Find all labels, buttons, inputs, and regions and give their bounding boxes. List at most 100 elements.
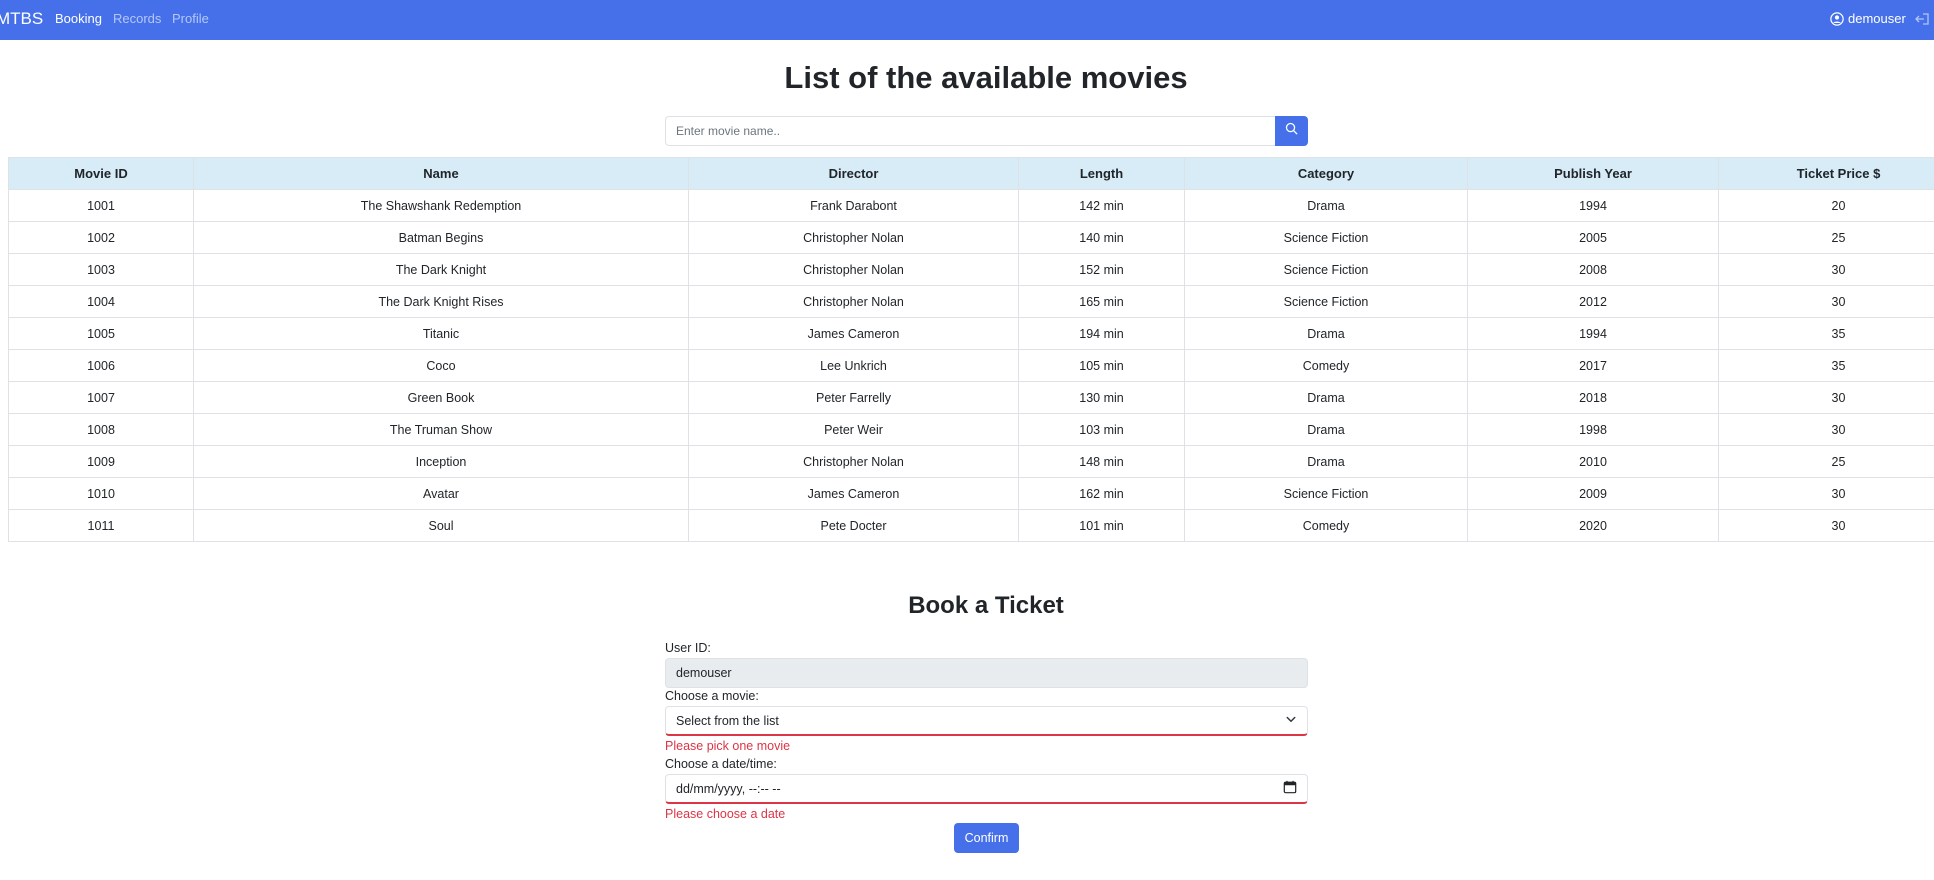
table-cell: 130 min	[1018, 381, 1185, 414]
nav-profile-link[interactable]: Profile	[172, 11, 209, 26]
user-menu[interactable]: demouser	[1830, 11, 1906, 26]
table-cell: 1005	[8, 317, 194, 350]
table-cell: 105 min	[1018, 349, 1185, 382]
date-time-label: Choose a date/time:	[665, 757, 777, 771]
table-cell: 30	[1718, 477, 1934, 510]
table-cell: 30	[1718, 285, 1934, 318]
table-cell: 25	[1718, 445, 1934, 478]
date-time-input[interactable]: dd/mm/yyyy, --:-- --	[665, 774, 1308, 804]
movie-search-input[interactable]	[665, 116, 1276, 146]
brand-logo[interactable]: MTBS	[0, 9, 43, 29]
table-cell: 2012	[1467, 285, 1719, 318]
table-cell: 35	[1718, 349, 1934, 382]
user-circle-icon	[1830, 11, 1844, 26]
table-row: 1006 Coco Lee Unkrich 105 min Comedy 2017 35	[8, 349, 1934, 382]
movie-select-label: Choose a movie:	[665, 689, 759, 703]
nav-records-link[interactable]: Records	[113, 11, 161, 26]
table-cell: 140 min	[1018, 221, 1185, 254]
table-cell: James Cameron	[688, 477, 1019, 510]
table-cell: 142 min	[1018, 189, 1185, 222]
table-cell: 103 min	[1018, 413, 1185, 446]
table-cell: 2020	[1467, 509, 1719, 542]
table-cell: 1008	[8, 413, 194, 446]
table-cell: Christopher Nolan	[688, 445, 1019, 478]
table-cell: 30	[1718, 509, 1934, 542]
table-cell: Drama	[1184, 413, 1468, 446]
table-cell: 2005	[1467, 221, 1719, 254]
date-error-message: Please choose a date	[665, 807, 786, 821]
table-cell: Peter Weir	[688, 413, 1019, 446]
table-cell: The Shawshank Redemption	[193, 189, 689, 222]
table-cell: Soul	[193, 509, 689, 542]
table-cell: Christopher Nolan	[688, 253, 1019, 286]
table-cell: Frank Darabont	[688, 189, 1019, 222]
table-row: 1008 The Truman Show Peter Weir 103 min Dram…	[8, 413, 1934, 446]
table-cell: Drama	[1184, 445, 1468, 478]
table-cell: Pete Docter	[688, 509, 1019, 542]
table-cell: Science Fiction	[1184, 221, 1468, 254]
table-cell: 2017	[1467, 349, 1719, 382]
table-cell: James Cameron	[688, 317, 1019, 350]
table-row: 1005 Titanic James Cameron 194 min Drama 1994…	[8, 317, 1934, 350]
table-cell: Avatar	[193, 477, 689, 510]
table-cell: Batman Begins	[193, 221, 689, 254]
table-row: 1009 Inception Christopher Nolan 148 min Dra…	[8, 445, 1934, 478]
table-cell: 30	[1718, 381, 1934, 414]
table-cell: 25	[1718, 221, 1934, 254]
top-navbar: MTBS Booking Records Profile demouser	[0, 0, 1934, 40]
table-cell: 1007	[8, 381, 194, 414]
table-cell: 1004	[8, 285, 194, 318]
table-cell: Coco	[193, 349, 689, 382]
table-cell: 165 min	[1018, 285, 1185, 318]
search-button[interactable]	[1275, 116, 1308, 146]
column-header: Ticket Price $	[1718, 157, 1934, 190]
column-header: Director	[688, 157, 1019, 190]
logout-icon[interactable]	[1914, 12, 1930, 31]
confirm-button[interactable]: Confirm	[954, 823, 1019, 853]
table-row: 1011 Soul Pete Docter 101 min Comedy 2020 30	[8, 509, 1934, 542]
table-cell: Lee Unkrich	[688, 349, 1019, 382]
table-cell: 35	[1718, 317, 1934, 350]
table-cell: 1006	[8, 349, 194, 382]
chevron-down-icon	[1285, 713, 1297, 728]
movies-page-title: List of the available movies	[784, 60, 1188, 95]
column-header: Name	[193, 157, 689, 190]
table-row: 1007 Green Book Peter Farrelly 130 min Drama…	[8, 381, 1934, 414]
table-cell: Drama	[1184, 381, 1468, 414]
movie-select-value: Select from the list	[676, 713, 779, 728]
table-cell: 30	[1718, 413, 1934, 446]
table-cell: Titanic	[193, 317, 689, 350]
table-cell: Science Fiction	[1184, 253, 1468, 286]
movies-table: Movie ID Name Director Length Category P…	[8, 157, 1934, 542]
calendar-icon[interactable]	[1283, 780, 1297, 797]
column-header: Movie ID	[8, 157, 194, 190]
nav-booking-link[interactable]: Booking	[55, 11, 102, 26]
table-cell: 152 min	[1018, 253, 1185, 286]
table-cell: 1002	[8, 221, 194, 254]
table-cell: 2018	[1467, 381, 1719, 414]
table-cell: Science Fiction	[1184, 477, 1468, 510]
table-cell: 30	[1718, 253, 1934, 286]
table-cell: 1010	[8, 477, 194, 510]
date-time-value: dd/mm/yyyy, --:-- --	[676, 781, 781, 796]
table-cell: 1011	[8, 509, 194, 542]
movie-select[interactable]: Select from the list	[665, 706, 1308, 736]
table-cell: The Dark Knight	[193, 253, 689, 286]
table-cell: 101 min	[1018, 509, 1185, 542]
table-cell: 2008	[1467, 253, 1719, 286]
table-cell: Comedy	[1184, 349, 1468, 382]
search-icon	[1285, 122, 1298, 140]
column-header: Length	[1018, 157, 1185, 190]
table-cell: 1003	[8, 253, 194, 286]
table-row: 1003 The Dark Knight Christopher Nolan 152 …	[8, 253, 1934, 286]
table-cell: Green Book	[193, 381, 689, 414]
table-cell: Christopher Nolan	[688, 285, 1019, 318]
table-row: 1001 The Shawshank Redemption Frank Darabo…	[8, 189, 1934, 222]
table-cell: Christopher Nolan	[688, 221, 1019, 254]
table-cell: 1009	[8, 445, 194, 478]
column-header: Publish Year	[1467, 157, 1719, 190]
table-cell: 148 min	[1018, 445, 1185, 478]
table-cell: Comedy	[1184, 509, 1468, 542]
table-cell: 1001	[8, 189, 194, 222]
user-id-label: User ID:	[665, 641, 711, 655]
